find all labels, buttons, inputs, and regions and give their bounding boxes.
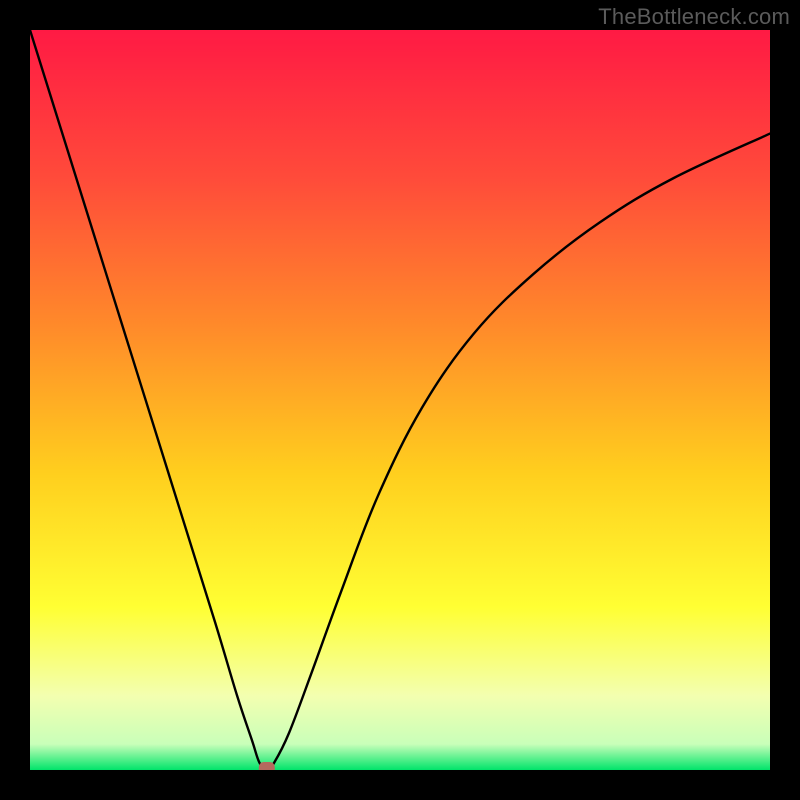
gradient-background	[30, 30, 770, 770]
chart-frame: TheBottleneck.com	[0, 0, 800, 800]
bottleneck-chart	[30, 30, 770, 770]
attribution-label: TheBottleneck.com	[598, 4, 790, 30]
minimum-marker	[259, 762, 275, 770]
plot-area	[30, 30, 770, 770]
